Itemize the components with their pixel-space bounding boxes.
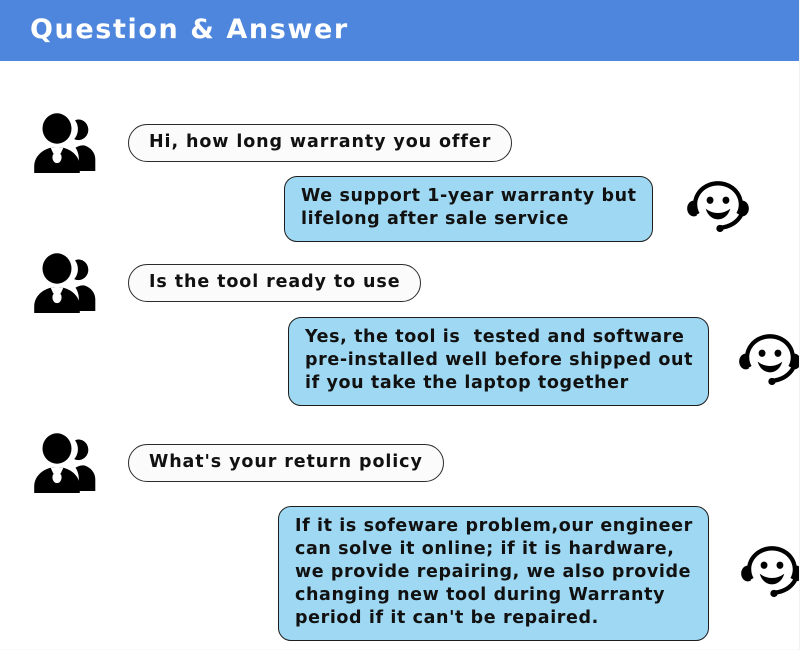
question-row-2: Is the tool ready to use [0, 243, 799, 323]
page-title: Question & Answer [30, 14, 349, 45]
qa-panel: Question & Answer Hi, how long warranty … [0, 0, 800, 650]
answer-row-3: If it is sofeware problem,our engineer c… [0, 506, 799, 642]
answer-row-1: We support 1-year warranty but lifelong … [0, 176, 799, 243]
answer-bubble: We support 1-year warranty but lifelong … [284, 176, 653, 243]
question-bubble: Is the tool ready to use [128, 263, 422, 303]
page-header-banner: Question & Answer [0, 0, 799, 61]
answer-bubble: If it is sofeware problem,our engineer c… [278, 506, 709, 642]
headset-smiley-icon [731, 331, 799, 393]
answer-row-2: Yes, the tool is tested and software pre… [0, 317, 799, 407]
question-bubble: What's your return policy [128, 443, 444, 483]
users-icon [20, 103, 100, 183]
qa-thread: Hi, how long warranty you offer We suppo… [0, 61, 799, 649]
headset-smiley-icon [679, 178, 757, 240]
users-icon [20, 243, 100, 323]
question-row-1: Hi, how long warranty you offer [0, 103, 799, 183]
headset-smiley-icon [733, 543, 799, 605]
users-icon [20, 423, 100, 503]
answer-bubble: Yes, the tool is tested and software pre… [288, 317, 710, 407]
question-bubble: Hi, how long warranty you offer [128, 123, 513, 163]
question-row-3: What's your return policy [0, 423, 799, 503]
